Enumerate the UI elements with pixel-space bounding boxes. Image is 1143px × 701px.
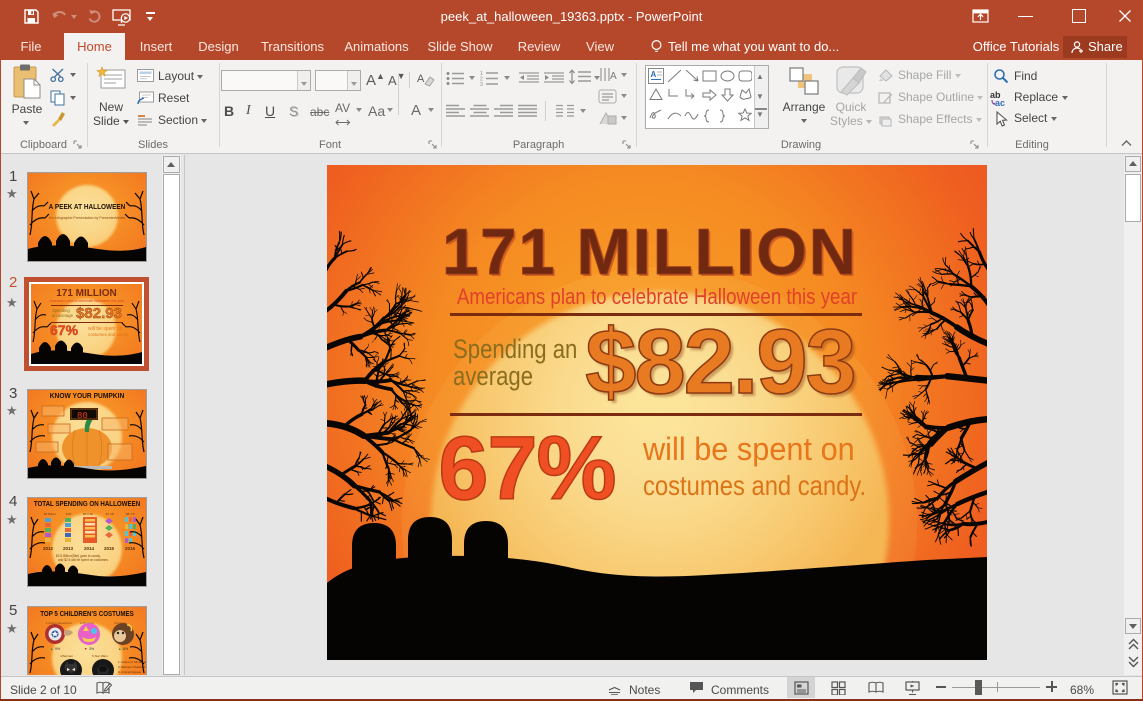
svg-text:and $2.5 will be spent on cost: and $2.5 will be spent on costumes [58, 558, 108, 562]
svg-text:▼: ▼ [84, 647, 87, 651]
svg-text:2013: 2013 [63, 546, 74, 551]
svg-text:9%: 9% [55, 647, 60, 651]
svg-text:1 Action Superhero: 1 Action Superhero [46, 621, 72, 625]
svg-text:5 Star Wars: 5 Star Wars [92, 654, 108, 658]
svg-text:A: A [651, 70, 657, 79]
svg-text:A: A [417, 73, 425, 85]
svg-text:▲: ▲ [118, 647, 121, 651]
svg-text:$6.9 Bil: $6.9 Bil [83, 512, 93, 516]
svg-text:2016: 2016 [125, 546, 136, 551]
svg-text:3%: 3% [89, 647, 94, 651]
svg-text:3. Animal Figures: 3. Animal Figures [118, 670, 142, 674]
svg-text:80: 80 [77, 411, 88, 421]
svg-text:2012: 2012 [43, 546, 54, 551]
svg-text:▲: ▲ [50, 647, 53, 651]
svg-text:A: A [610, 71, 617, 82]
svg-text:3: 3 [480, 82, 483, 86]
svg-text:2015: 2015 [104, 546, 115, 551]
svg-text:ac: ac [995, 98, 1005, 107]
svg-text:4 Batman: 4 Batman [60, 654, 73, 658]
svg-text:$8 Billion: $8 Billion [44, 512, 57, 516]
svg-text:$7B: $7B [66, 512, 71, 516]
svg-text:$7.4B: $7.4B [106, 512, 114, 516]
svg-text:6%: 6% [123, 647, 128, 651]
svg-text:2014: 2014 [84, 546, 95, 551]
svg-text:$8.4 B: $8.4 B [126, 512, 135, 516]
svg-text:2. Batman Character: 2. Batman Character [118, 665, 146, 669]
